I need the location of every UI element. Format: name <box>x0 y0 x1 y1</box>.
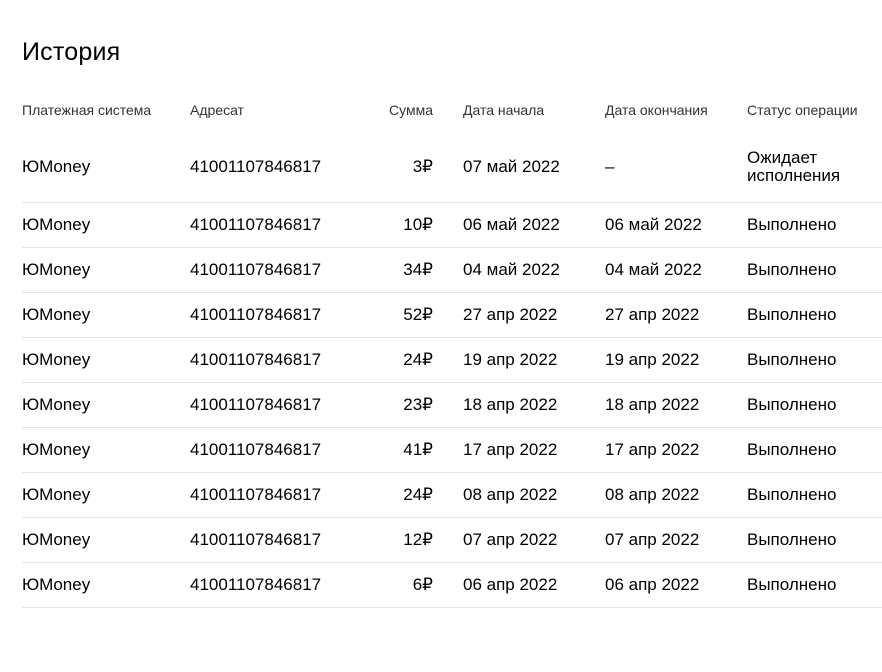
end-date: – <box>605 157 615 176</box>
header-sum: Сумма <box>389 101 433 118</box>
end-date: 18 апр 2022 <box>605 395 700 414</box>
payment-system: ЮMoney <box>22 260 91 279</box>
sum: 23₽ <box>403 395 433 414</box>
end-date: 04 май 2022 <box>605 260 702 279</box>
sum: 34₽ <box>403 260 433 279</box>
header-end-date: Дата окончания <box>605 101 708 118</box>
end-date: 06 май 2022 <box>605 215 702 234</box>
address: 41001107846817 <box>190 485 322 504</box>
sum: 24₽ <box>403 350 433 369</box>
sum: 41₽ <box>403 440 433 459</box>
status: Выполнено <box>747 575 837 594</box>
address: 41001107846817 <box>190 575 322 594</box>
payment-system: ЮMoney <box>22 485 91 504</box>
payment-system: ЮMoney <box>22 530 91 549</box>
payment-system: ЮMoney <box>22 350 91 369</box>
start-date: 19 апр 2022 <box>463 350 558 369</box>
table-header: Платежная система Адресат Сумма Дата нач… <box>22 88 882 132</box>
end-date: 06 апр 2022 <box>605 575 700 594</box>
status: Выполнено <box>747 260 837 279</box>
sum: 3₽ <box>412 157 433 176</box>
address: 41001107846817 <box>190 530 322 549</box>
table-row: ЮMoney 41001107846817 41₽ 17 апр 2022 17… <box>22 428 882 473</box>
header-start-date: Дата начала <box>463 101 545 118</box>
sum: 12₽ <box>403 530 433 549</box>
start-date: 07 май 2022 <box>463 157 560 176</box>
table-row: ЮMoney 41001107846817 34₽ 04 май 2022 04… <box>22 248 882 293</box>
status: Выполнено <box>747 440 837 459</box>
start-date: 06 май 2022 <box>463 215 560 234</box>
table-row: ЮMoney 41001107846817 24₽ 08 апр 2022 08… <box>22 473 882 518</box>
address: 41001107846817 <box>190 350 322 369</box>
payment-system: ЮMoney <box>22 575 91 594</box>
table-row: ЮMoney 41001107846817 52₽ 27 апр 2022 27… <box>22 293 882 338</box>
start-date: 18 апр 2022 <box>463 395 558 414</box>
start-date: 17 апр 2022 <box>463 440 558 459</box>
payment-system: ЮMoney <box>22 215 91 234</box>
address: 41001107846817 <box>190 395 322 414</box>
address: 41001107846817 <box>190 260 322 279</box>
end-date: 07 апр 2022 <box>605 530 700 549</box>
status: Выполнено <box>747 530 837 549</box>
sum: 10₽ <box>403 215 433 234</box>
header-payment-system: Платежная система <box>22 101 152 118</box>
table-row: ЮMoney 41001107846817 24₽ 19 апр 2022 19… <box>22 338 882 383</box>
address: 41001107846817 <box>190 157 322 176</box>
table-row: ЮMoney 41001107846817 23₽ 18 апр 2022 18… <box>22 383 882 428</box>
payment-system: ЮMoney <box>22 440 91 459</box>
start-date: 07 апр 2022 <box>463 530 558 549</box>
status: Выполнено <box>747 215 837 234</box>
status: Выполнено <box>747 305 837 324</box>
history-page: История Платежная система Адресат Сумма … <box>0 0 882 672</box>
table-row: ЮMoney 41001107846817 3₽ 07 май 2022 – О… <box>22 132 882 203</box>
start-date: 06 апр 2022 <box>463 575 558 594</box>
start-date: 04 май 2022 <box>463 260 560 279</box>
status: Выполнено <box>747 395 837 414</box>
payment-system: ЮMoney <box>22 157 91 176</box>
sum: 24₽ <box>403 485 433 504</box>
end-date: 17 апр 2022 <box>605 440 700 459</box>
start-date: 27 апр 2022 <box>463 305 558 324</box>
table-row: ЮMoney 41001107846817 6₽ 06 апр 2022 06 … <box>22 563 882 608</box>
end-date: 19 апр 2022 <box>605 350 700 369</box>
page-title: История <box>22 38 121 66</box>
header-status: Статус операции <box>747 101 858 118</box>
history-table: Платежная система Адресат Сумма Дата нач… <box>22 88 882 608</box>
status: Выполнено <box>747 485 837 504</box>
table-row: ЮMoney 41001107846817 12₽ 07 апр 2022 07… <box>22 518 882 563</box>
end-date: 08 апр 2022 <box>605 485 700 504</box>
payment-system: ЮMoney <box>22 305 91 324</box>
payment-system: ЮMoney <box>22 395 91 414</box>
status: Ожидает исполнения <box>747 148 841 185</box>
status: Выполнено <box>747 350 837 369</box>
end-date: 27 апр 2022 <box>605 305 700 324</box>
header-address: Адресат <box>190 101 244 118</box>
address: 41001107846817 <box>190 440 322 459</box>
sum: 6₽ <box>412 575 433 594</box>
address: 41001107846817 <box>190 305 322 324</box>
address: 41001107846817 <box>190 215 322 234</box>
sum: 52₽ <box>403 305 433 324</box>
start-date: 08 апр 2022 <box>463 485 558 504</box>
table-row: ЮMoney 41001107846817 10₽ 06 май 2022 06… <box>22 203 882 248</box>
